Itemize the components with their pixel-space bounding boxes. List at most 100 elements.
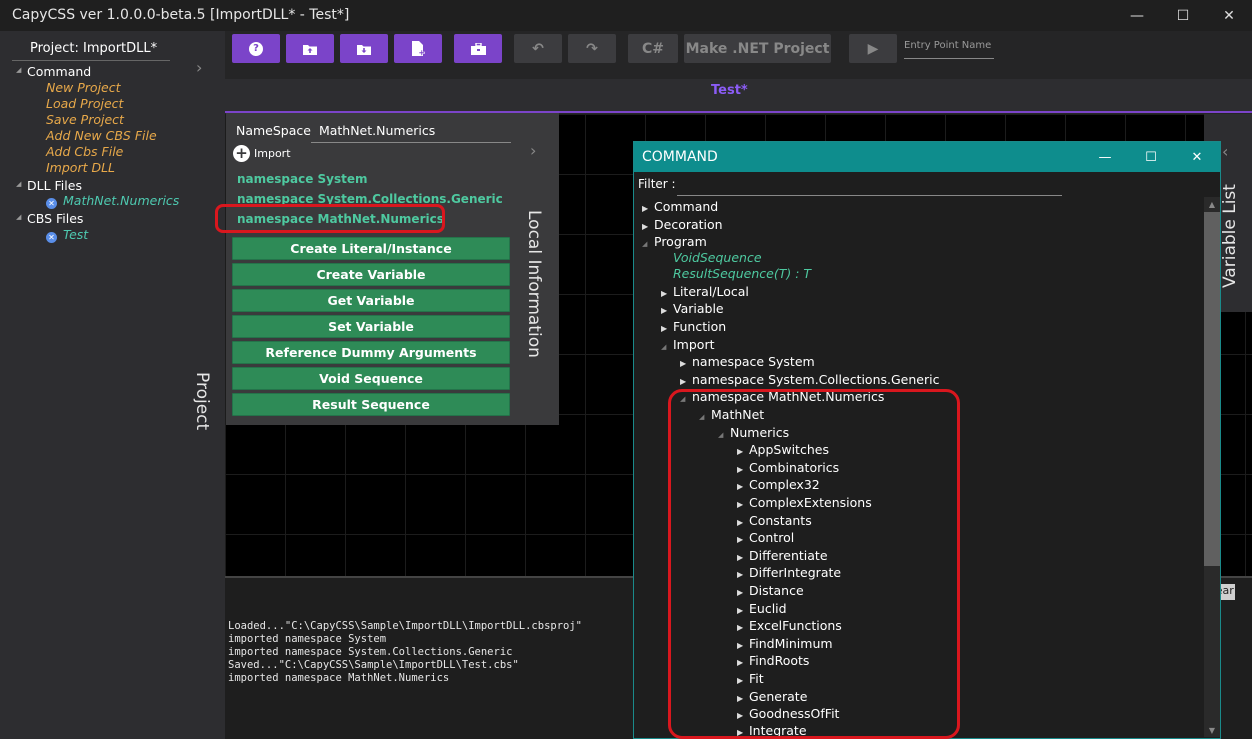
scrollbar-thumb[interactable] [1204, 212, 1220, 566]
help-icon: ? [249, 41, 263, 56]
cmd-new-project[interactable]: New Project [46, 80, 121, 96]
tree-dll-files[interactable]: DLL Files [27, 178, 82, 194]
expanded-arrow-icon[interactable]: ◢ [642, 236, 654, 253]
tree-node-ns-system[interactable]: ▶ namespace System [680, 353, 815, 370]
plus-circle-icon: + [233, 145, 250, 162]
play-icon: ▶ [867, 40, 879, 57]
tree-command[interactable]: Command [27, 64, 91, 80]
create-variable-button[interactable]: Create Variable [232, 263, 510, 286]
add-file-button[interactable] [394, 34, 442, 63]
remove-file-icon[interactable]: ✕ [46, 232, 57, 243]
tree-node-function[interactable]: ▶ Function [661, 318, 726, 335]
chevron-right-icon[interactable]: › [530, 141, 536, 160]
set-variable-button[interactable]: Set Variable [232, 315, 510, 338]
variable-list-label: Variable List [1220, 184, 1240, 288]
tree-node-label: Decoration [654, 217, 723, 232]
open-folder-button[interactable] [286, 34, 334, 63]
app-title: CapyCSS ver 1.0.0.0-beta.5 [ImportDLL* -… [12, 7, 350, 23]
redo-icon: ↷ [586, 40, 598, 57]
tree-node-label: namespace System [692, 354, 815, 369]
close-button[interactable]: ✕ [1206, 0, 1252, 31]
toolbox-icon [470, 42, 486, 55]
tree-node-label: Program [654, 234, 707, 249]
folder-download-icon [357, 44, 371, 55]
cbs-file-name: Test [63, 227, 89, 242]
undo-button[interactable]: ↶ [514, 34, 562, 63]
entry-point-input[interactable]: Entry Point Name [904, 40, 994, 59]
cmd-load-project[interactable]: Load Project [46, 96, 123, 112]
save-folder-button[interactable] [340, 34, 388, 63]
local-information-side-tab[interactable]: Local Information [518, 210, 548, 370]
tree-node-label: Command [654, 199, 719, 214]
tree-node-program[interactable]: ◢ Program [642, 233, 707, 250]
expanded-arrow-icon[interactable]: ◢ [16, 180, 21, 188]
make-net-project-button[interactable]: Make .NET Project [684, 34, 831, 63]
cmd-save-project[interactable]: Save Project [46, 112, 124, 128]
import-label: Import [254, 147, 291, 160]
reference-dummy-arguments-button[interactable]: Reference Dummy Arguments [232, 341, 510, 364]
tree-node-label: Literal/Local [673, 284, 749, 299]
tree-node-literal-local[interactable]: ▶ Literal/Local [661, 283, 749, 300]
log-line: imported namespace System.Collections.Ge… [228, 646, 513, 658]
expanded-arrow-icon[interactable]: ◢ [16, 66, 21, 74]
command-maximize-button[interactable]: ☐ [1128, 142, 1174, 172]
command-close-button[interactable]: ✕ [1174, 142, 1220, 172]
tree-node-decoration[interactable]: ▶ Decoration [642, 216, 723, 233]
remove-file-icon[interactable]: ✕ [46, 198, 57, 209]
get-variable-button[interactable]: Get Variable [232, 289, 510, 312]
namespace-underline [311, 142, 511, 143]
chevron-left-icon[interactable]: ‹ [1222, 142, 1228, 161]
import-button[interactable]: + Import [233, 145, 291, 162]
cbs-file-item[interactable]: ✕ Test [46, 227, 88, 243]
help-button[interactable]: ? [232, 34, 280, 63]
tree-cbs-files[interactable]: CBS Files [27, 211, 83, 227]
tree-node-import[interactable]: ◢ Import [661, 336, 715, 353]
tree-node-command[interactable]: ▶ Command [642, 198, 718, 215]
tree-node-label: Import [673, 337, 715, 352]
cmd-add-new-cbs-file[interactable]: Add New CBS File [46, 128, 157, 144]
command-window-title: COMMAND [642, 149, 718, 165]
filter-input[interactable] [677, 195, 1062, 196]
chevron-right-icon[interactable]: › [196, 58, 202, 77]
tab-test[interactable]: Test* [711, 83, 748, 98]
collapsed-arrow-icon[interactable]: ▶ [642, 200, 654, 217]
filter-label: Filter : [638, 177, 676, 191]
new-file-icon [411, 41, 425, 56]
redo-button[interactable]: ↷ [568, 34, 616, 63]
tree-node-label: Function [673, 319, 727, 334]
tree-node-result-sequence[interactable]: ResultSequence(T) : T [673, 265, 811, 282]
tree-node-variable[interactable]: ▶ Variable [661, 300, 724, 317]
variable-list-side-tab[interactable]: Variable List [1218, 178, 1248, 298]
command-minimize-button[interactable]: — [1082, 142, 1128, 172]
expanded-arrow-icon[interactable]: ◢ [661, 339, 673, 356]
csharp-button[interactable]: C# [628, 34, 678, 63]
collapsed-arrow-icon[interactable]: ▶ [661, 320, 673, 337]
create-literal-instance-button[interactable]: Create Literal/Instance [232, 237, 510, 260]
namespace-item[interactable]: namespace System [237, 172, 368, 186]
dll-file-item[interactable]: ✕ MathNet.Numerics [46, 193, 179, 209]
namespace-label: NameSpace [236, 123, 311, 138]
toolbox-button[interactable] [454, 34, 502, 63]
cmd-import-dll[interactable]: Import DLL [46, 160, 115, 176]
log-line: Saved..."C:\CapyCSS\Sample\ImportDLL\Tes… [228, 659, 519, 671]
scroll-down-icon[interactable]: ▼ [1204, 724, 1220, 738]
expanded-arrow-icon[interactable]: ◢ [16, 213, 21, 221]
tree-node-ns-generic[interactable]: ▶ namespace System.Collections.Generic [680, 371, 939, 388]
minimize-button[interactable]: — [1114, 0, 1160, 31]
run-button[interactable]: ▶ [849, 34, 897, 63]
cmd-add-cbs-file[interactable]: Add Cbs File [46, 144, 123, 160]
collapsed-arrow-icon[interactable]: ▶ [661, 302, 673, 319]
folder-upload-icon [303, 44, 317, 55]
collapsed-arrow-icon[interactable]: ▶ [680, 355, 692, 372]
namespace-field[interactable]: NameSpace MathNet.Numerics [236, 123, 435, 138]
maximize-button[interactable]: ☐ [1160, 0, 1206, 31]
void-sequence-button[interactable]: Void Sequence [232, 367, 510, 390]
log-line: imported namespace MathNet.Numerics [228, 672, 450, 684]
project-divider [12, 60, 170, 61]
project-side-tab[interactable]: Project [186, 372, 216, 442]
tree-node-label: Variable [673, 301, 724, 316]
scroll-up-icon[interactable]: ▲ [1204, 197, 1220, 212]
result-sequence-button[interactable]: Result Sequence [232, 393, 510, 416]
highlight-annotation [215, 204, 445, 233]
tree-node-void-sequence[interactable]: VoidSequence [673, 249, 762, 266]
